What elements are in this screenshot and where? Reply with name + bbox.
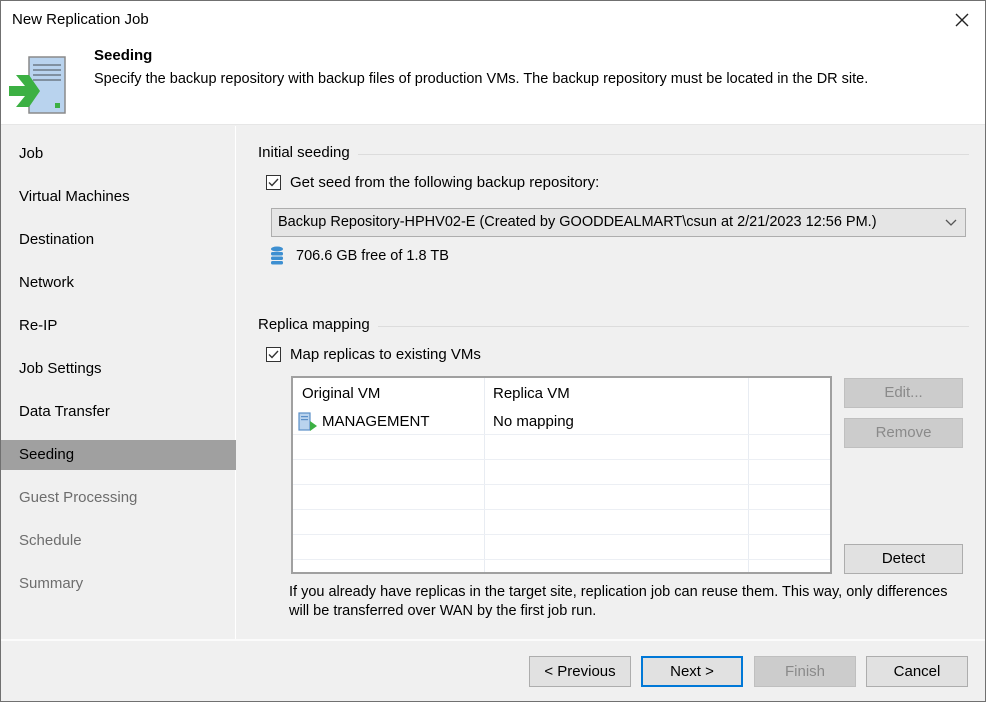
chevron-down-icon xyxy=(945,209,957,236)
column-header-original-vm[interactable]: Original VM xyxy=(302,385,380,402)
wizard-steps-sidebar: Job Virtual Machines Destination Network… xyxy=(1,126,236,639)
detect-button[interactable]: Detect xyxy=(844,544,963,574)
checkmark-icon xyxy=(268,178,279,187)
window-title: New Replication Job xyxy=(12,11,149,28)
map-replicas-checkbox[interactable] xyxy=(266,347,281,362)
backup-repository-dropdown[interactable]: Backup Repository-HPHV02-E (Created by G… xyxy=(271,208,966,237)
checkmark-icon xyxy=(268,350,279,359)
sidebar-item-schedule: Schedule xyxy=(19,532,82,549)
sidebar-item-seeding[interactable]: Seeding xyxy=(1,440,236,470)
backup-repository-selected: Backup Repository-HPHV02-E (Created by G… xyxy=(278,214,877,230)
row-divider xyxy=(293,434,830,435)
remove-button: Remove xyxy=(844,418,963,448)
vm-icon xyxy=(298,412,318,436)
map-replicas-checkbox-label: Map replicas to existing VMs xyxy=(290,346,481,363)
sidebar-item-job[interactable]: Job xyxy=(1,139,236,169)
row-divider xyxy=(293,509,830,510)
database-icon xyxy=(271,246,283,265)
table-header: Original VM Replica VM xyxy=(293,378,830,408)
previous-button[interactable]: < Previous xyxy=(529,656,631,687)
column-header-replica-vm[interactable]: Replica VM xyxy=(493,385,570,402)
wizard-header: Seeding Specify the backup repository wi… xyxy=(1,41,985,125)
sidebar-item-network[interactable]: Network xyxy=(1,268,236,298)
get-seed-checkbox-label: Get seed from the following backup repos… xyxy=(290,174,600,191)
next-button[interactable]: Next > xyxy=(641,656,743,687)
page-description: Specify the backup repository with backu… xyxy=(94,71,869,87)
storage-free-text: 706.6 GB free of 1.8 TB xyxy=(296,248,449,264)
close-button[interactable] xyxy=(945,5,979,35)
sidebar-item-guest-processing: Guest Processing xyxy=(19,489,138,506)
new-replication-job-dialog: New Replication Job Seeding Specify the … xyxy=(0,0,986,702)
replica-mapping-hint: If you already have replicas in the targ… xyxy=(289,584,948,619)
seeding-content: Initial seeding Get seed from the follow… xyxy=(237,126,985,639)
get-seed-checkbox-row[interactable]: Get seed from the following backup repos… xyxy=(266,174,599,191)
sidebar-item-data-transfer[interactable]: Data Transfer xyxy=(1,397,236,427)
sidebar-item-destination[interactable]: Destination xyxy=(1,225,236,255)
sidebar-item-virtual-machines[interactable]: Virtual Machines xyxy=(1,182,236,212)
edit-button: Edit... xyxy=(844,378,963,408)
replica-vm-cell: No mapping xyxy=(493,413,574,430)
initial-seeding-divider xyxy=(258,154,969,155)
get-seed-checkbox[interactable] xyxy=(266,175,281,190)
sidebar-item-job-settings[interactable]: Job Settings xyxy=(1,354,236,384)
replica-mapping-table[interactable]: Original VM Replica VM MANAGEMENT No map… xyxy=(291,376,832,574)
repository-storage-info: 706.6 GB free of 1.8 TB xyxy=(270,246,449,266)
original-vm-cell: MANAGEMENT xyxy=(322,413,430,430)
replication-job-icon xyxy=(9,56,66,114)
replica-mapping-label: Replica mapping xyxy=(258,316,378,333)
initial-seeding-label: Initial seeding xyxy=(258,144,358,161)
finish-button: Finish xyxy=(754,656,856,687)
map-replicas-checkbox-row[interactable]: Map replicas to existing VMs xyxy=(266,346,481,363)
row-divider xyxy=(293,484,830,485)
row-divider xyxy=(293,459,830,460)
page-title: Seeding xyxy=(94,47,153,64)
cancel-button[interactable]: Cancel xyxy=(866,656,968,687)
close-icon xyxy=(955,13,969,27)
sidebar-item-summary: Summary xyxy=(19,575,84,592)
footer-divider xyxy=(1,639,985,641)
sidebar-item-re-ip[interactable]: Re-IP xyxy=(1,311,236,341)
title-bar: New Replication Job xyxy=(1,1,985,41)
row-divider xyxy=(293,559,830,560)
row-divider xyxy=(293,534,830,535)
